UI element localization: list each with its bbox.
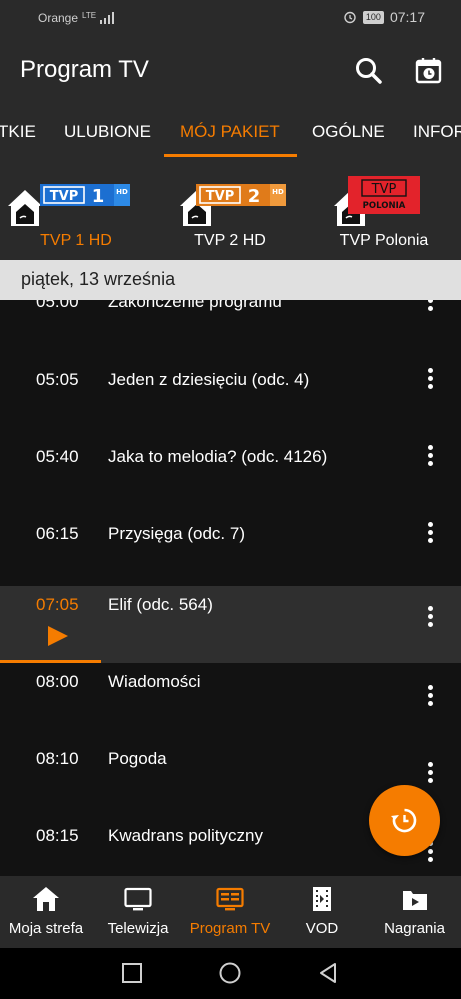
channel-name: TVP Polonia [339,232,429,249]
channel-tvp-polonia[interactable]: TVP POLONIA TVP Polonia [314,176,454,256]
back-icon[interactable] [317,962,339,984]
play-icon[interactable] [48,626,68,646]
tvp1-logo: TVP 1 HD [40,184,130,207]
nav-label: Moja strefa [8,920,84,937]
channel-name: TVP 2 HD [194,232,266,249]
battery-icon: 100 [362,10,384,24]
bottom-navigation: Moja strefa Telewizja Program TV VOD Nag… [0,876,461,948]
program-title: Kwadrans polityczny [108,826,263,845]
nav-label: Nagrania [384,920,445,937]
search-button[interactable] [354,56,384,86]
program-time: 06:15 [36,524,79,543]
tab-moj-pakiet[interactable]: MÓJ PAKIET [180,122,280,142]
status-bar: Orange LTE 100 07:17 [0,0,461,36]
clock: 07:17 [389,9,425,25]
channel-house-icon [8,190,42,226]
tab-wszystkie[interactable]: TKIE [0,122,36,142]
recordings-icon [402,891,427,910]
calendar-button[interactable] [414,56,444,86]
jump-to-now-button[interactable] [369,785,440,856]
program-time: 05:05 [36,370,79,389]
date-header: piątek, 13 września [0,260,461,300]
calendar-clock-icon [415,58,442,84]
tab-ogolne[interactable]: OGÓLNE [312,122,385,142]
svg-text:1: 1 [92,186,105,207]
home-icon [33,887,59,911]
tvp-polonia-logo: TVP POLONIA [348,176,420,214]
program-row[interactable]: 06:15 Przysięga (odc. 7) [0,500,461,577]
nav-moja-strefa[interactable]: Moja strefa [0,876,92,948]
nav-telewizja[interactable]: Telewizja [92,876,184,948]
program-row[interactable]: 08:00 Wiadomości [0,663,461,740]
tv-icon [124,887,152,911]
more-options-icon[interactable] [424,762,436,786]
nav-label: Telewizja [107,920,169,937]
more-options-icon[interactable] [424,368,436,392]
page-title: Program TV [20,56,149,83]
program-time: 08:10 [36,749,79,768]
program-row[interactable]: 05:00 Zakończenie programu [0,300,461,345]
refresh-clock-icon [391,808,417,833]
nav-label: Program TV [189,920,271,937]
svg-text:HD: HD [116,188,128,196]
more-options-icon[interactable] [424,522,436,546]
svg-text:TVP: TVP [371,182,397,197]
app-bar: Program TV [0,36,461,108]
program-time: 08:00 [36,672,79,691]
carrier-name: Orange [38,11,79,25]
system-navigation-bar [0,948,461,999]
program-time: 05:40 [36,447,79,466]
channel-strip: TVP 1 HD TVP 1 HD TVP 2 HD TVP 2 HD TVP … [0,158,461,260]
more-options-icon[interactable] [424,606,436,630]
svg-text:TVP: TVP [206,189,234,204]
tvp2-logo: TVP 2 HD [196,184,286,207]
tab-ulubione[interactable]: ULUBIONE [64,122,151,142]
search-icon [356,58,382,84]
recent-apps-icon[interactable] [121,962,143,984]
program-title: Pogoda [108,749,167,768]
home-button-icon[interactable] [219,962,241,984]
category-tabs: TKIE ULUBIONE MÓJ PAKIET OGÓLNE INFOR [0,108,461,158]
nav-nagrania[interactable]: Nagrania [368,876,461,948]
network-type: LTE [82,10,97,20]
more-options-icon[interactable] [424,300,436,314]
channel-tvp2[interactable]: TVP 2 HD TVP 2 HD [160,176,300,256]
program-row[interactable]: 05:40 Jaka to melodia? (odc. 4126) [0,423,461,500]
svg-text:HD: HD [272,188,284,196]
program-title: Jaka to melodia? (odc. 4126) [108,447,328,466]
epg-icon [216,887,244,911]
program-row[interactable]: 05:05 Jeden z dziesięciu (odc. 4) [0,346,461,423]
more-options-icon[interactable] [424,685,436,709]
program-title: Zakończenie programu [108,300,282,311]
svg-text:2: 2 [248,186,261,207]
program-time: 05:00 [36,300,79,311]
more-options-icon[interactable] [424,445,436,469]
program-time: 07:05 [36,595,79,614]
program-title: Przysięga (odc. 7) [108,524,245,543]
nav-label: VOD [305,920,339,937]
program-time: 08:15 [36,826,79,845]
alarm-icon [344,11,356,24]
program-title: Wiadomości [108,672,201,691]
svg-text:TVP: TVP [50,189,78,204]
svg-text:POLONIA: POLONIA [363,201,406,211]
channel-name: TVP 1 HD [40,232,112,249]
tab-informacje[interactable]: INFOR [413,122,461,142]
nav-vod[interactable]: VOD [276,876,368,948]
signal-icon [100,12,115,24]
nav-program-tv[interactable]: Program TV [184,876,276,948]
channel-tvp1[interactable]: TVP 1 HD TVP 1 HD [6,176,146,256]
program-title: Elif (odc. 564) [108,595,213,614]
program-title: Jeden z dziesięciu (odc. 4) [108,370,310,389]
program-row-current[interactable]: 07:05 Elif (odc. 564) [0,586,461,663]
active-tab-indicator [164,154,297,157]
film-icon [313,887,331,911]
